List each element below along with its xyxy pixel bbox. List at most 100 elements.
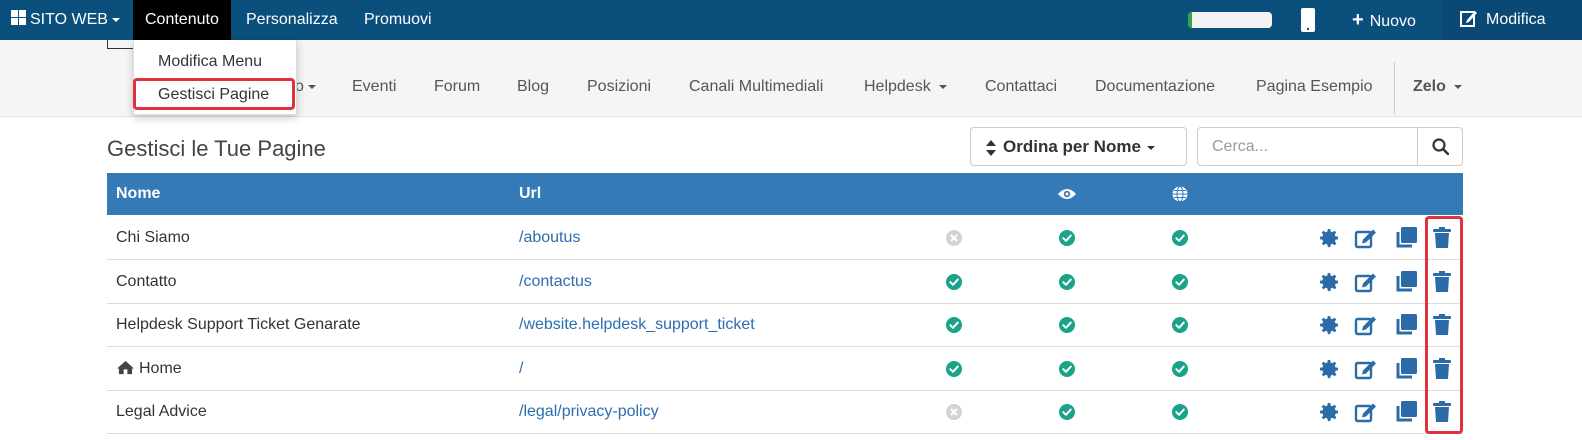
- delete-column-highlight: [1425, 216, 1463, 434]
- x-circle-icon[interactable]: [946, 404, 962, 421]
- nav-item-jobs[interactable]: Posizioni: [587, 40, 651, 117]
- gear-icon[interactable]: [1317, 270, 1341, 294]
- sort-label: Ordina per Nome: [1003, 137, 1141, 156]
- edit-icon: [1460, 11, 1477, 27]
- table-header: Nome Url: [107, 173, 1463, 215]
- caret-down-icon: [1146, 145, 1155, 150]
- search-group: [1197, 127, 1463, 166]
- search-icon: [1432, 138, 1449, 155]
- mobile-preview-icon[interactable]: [1300, 8, 1316, 32]
- check-circle-icon[interactable]: [1059, 273, 1075, 290]
- check-circle-icon[interactable]: [1059, 317, 1075, 334]
- page-name: Chi Siamo: [116, 216, 190, 260]
- nav-item-hidden[interactable]: o: [295, 40, 316, 117]
- page-name: Helpdesk Support Ticket Genarate: [116, 303, 361, 347]
- check-circle-icon[interactable]: [1172, 230, 1188, 246]
- clone-icon[interactable]: [1394, 270, 1418, 294]
- nav-item-contact[interactable]: Contattaci: [985, 40, 1057, 117]
- sort-icon: [986, 139, 996, 156]
- nav-item-helpdesk[interactable]: Helpdesk: [864, 40, 947, 117]
- manage-pages-highlight: [133, 78, 295, 110]
- page-url-link[interactable]: /contactus: [519, 260, 592, 304]
- gear-icon[interactable]: [1317, 226, 1341, 250]
- site-menu-label: SITO WEB: [30, 11, 108, 28]
- search-button[interactable]: [1417, 128, 1463, 165]
- table-row[interactable]: Contatto/contactus: [107, 260, 1463, 304]
- table-row[interactable]: Legal Advice/legal/privacy-policy: [107, 390, 1463, 435]
- progress-fill: [1188, 12, 1193, 28]
- user-menu[interactable]: Zelo: [1413, 40, 1462, 117]
- menu-item-edit-menu[interactable]: Modifica Menu: [158, 53, 262, 71]
- progress-bar: [1188, 12, 1272, 28]
- nav-item-forum[interactable]: Forum: [434, 40, 480, 117]
- caret-down-icon: [1453, 84, 1462, 89]
- page-name: Contatto: [116, 260, 176, 304]
- nav-item-docs[interactable]: Documentazione: [1095, 40, 1215, 117]
- clone-icon[interactable]: [1394, 313, 1418, 337]
- check-circle-icon[interactable]: [1172, 317, 1188, 334]
- check-circle-icon[interactable]: [946, 273, 962, 290]
- page-url-link[interactable]: /legal/privacy-policy: [519, 390, 659, 434]
- check-circle-icon[interactable]: [1172, 404, 1188, 421]
- caret-down-icon: [307, 84, 316, 89]
- edit-button[interactable]: Modifica: [1460, 0, 1546, 40]
- promote-menu[interactable]: Promuovi: [364, 0, 432, 40]
- eye-icon: [1058, 189, 1076, 199]
- check-circle-icon[interactable]: [946, 360, 962, 377]
- apps-icon: [11, 10, 26, 25]
- edit-icon[interactable]: [1354, 357, 1378, 381]
- user-name: Zelo: [1413, 78, 1446, 95]
- check-circle-icon[interactable]: [946, 317, 962, 334]
- clone-icon[interactable]: [1394, 226, 1418, 250]
- gear-icon[interactable]: [1317, 357, 1341, 381]
- column-header-url[interactable]: Url: [519, 173, 541, 215]
- edit-label: Modifica: [1486, 11, 1546, 28]
- content-menu[interactable]: Contenuto: [133, 0, 231, 40]
- gear-icon[interactable]: [1317, 313, 1341, 337]
- column-header-name[interactable]: Nome: [116, 173, 160, 215]
- check-circle-icon[interactable]: [1172, 360, 1188, 377]
- page-url-link[interactable]: /: [519, 347, 523, 391]
- nav-divider: [1394, 62, 1395, 114]
- nav-item-helpdesk-label: Helpdesk: [864, 78, 931, 95]
- edit-icon[interactable]: [1354, 226, 1378, 250]
- clone-icon[interactable]: [1394, 357, 1418, 381]
- page-name: Home: [116, 347, 182, 391]
- nav-item-blog[interactable]: Blog: [517, 40, 549, 117]
- table-row[interactable]: Chi Siamo/aboutus: [107, 216, 1463, 260]
- new-button[interactable]: + Nuovo: [1352, 0, 1416, 40]
- home-icon: [116, 360, 139, 377]
- top-bar: SITO WEB Contenuto Personalizza Promuovi…: [0, 0, 1582, 40]
- nav-item-events[interactable]: Eventi: [352, 40, 396, 117]
- check-circle-icon[interactable]: [1172, 273, 1188, 290]
- edit-icon[interactable]: [1354, 400, 1378, 424]
- search-input[interactable]: [1198, 128, 1417, 165]
- page-name-text: Home: [139, 359, 182, 377]
- globe-icon: [1172, 186, 1188, 202]
- page-name-text: Legal Advice: [116, 403, 207, 421]
- caret-down-icon: [938, 84, 947, 89]
- check-circle-icon[interactable]: [1059, 230, 1075, 246]
- new-label: Nuovo: [1369, 13, 1416, 30]
- table-row[interactable]: Home /: [107, 347, 1463, 391]
- sort-button[interactable]: Ordina per Nome: [970, 127, 1187, 166]
- nav-item-example-page[interactable]: Pagina Esempio: [1256, 40, 1373, 117]
- gear-icon[interactable]: [1317, 400, 1341, 424]
- page-url-link[interactable]: /aboutus: [519, 216, 580, 260]
- customize-menu[interactable]: Personalizza: [246, 0, 338, 40]
- check-circle-icon[interactable]: [1059, 360, 1075, 377]
- page-name: Legal Advice: [116, 390, 207, 434]
- page-name-text: Helpdesk Support Ticket Genarate: [116, 316, 361, 334]
- page-url-link[interactable]: /website.helpdesk_support_ticket: [519, 303, 755, 347]
- page-name-text: Chi Siamo: [116, 229, 190, 246]
- caret-down-icon: [111, 17, 120, 22]
- x-circle-icon[interactable]: [946, 230, 962, 246]
- table-row[interactable]: Helpdesk Support Ticket Genarate/website…: [107, 303, 1463, 348]
- check-circle-icon[interactable]: [1059, 404, 1075, 421]
- clone-icon[interactable]: [1394, 400, 1418, 424]
- edit-icon[interactable]: [1354, 270, 1378, 294]
- site-menu[interactable]: SITO WEB: [11, 0, 120, 40]
- edit-icon[interactable]: [1354, 313, 1378, 337]
- nav-item-media-channels[interactable]: Canali Multimediali: [689, 40, 823, 117]
- plus-icon: +: [1352, 9, 1364, 31]
